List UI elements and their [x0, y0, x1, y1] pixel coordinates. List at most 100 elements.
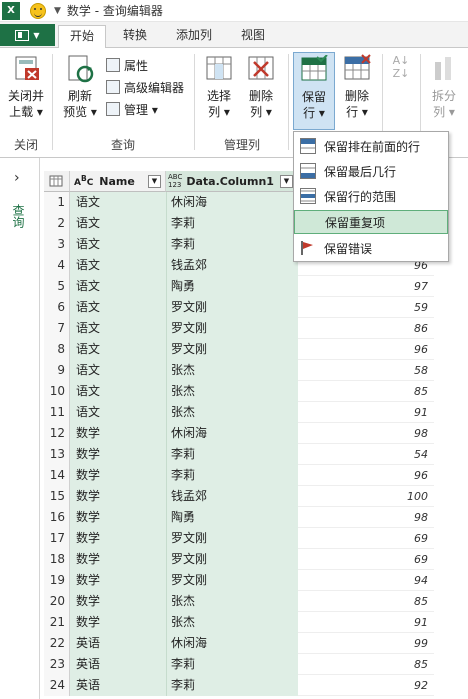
filter-dropdown-icon[interactable]: ▼	[148, 174, 161, 188]
table-row[interactable]: 15 数学 钱孟郊 100	[44, 486, 434, 507]
cell-value[interactable]: 97	[298, 276, 434, 297]
table-row[interactable]: 7 语文 罗文刚 86	[44, 318, 434, 339]
cell-name[interactable]: 语文	[70, 402, 166, 423]
file-tab[interactable]: ▼	[0, 24, 55, 46]
expand-pane-icon[interactable]: ›	[14, 170, 20, 186]
remove-columns-button[interactable]: 删除 列 ▾	[242, 54, 280, 120]
cell-data-column1[interactable]: 罗文刚	[166, 318, 298, 339]
cell-data-column1[interactable]: 李莉	[166, 654, 298, 675]
row-number[interactable]: 3	[44, 234, 70, 255]
cell-value[interactable]: 96	[298, 339, 434, 360]
row-number[interactable]: 7	[44, 318, 70, 339]
table-row[interactable]: 22 英语 休闲海 99	[44, 633, 434, 654]
cell-data-column1[interactable]: 钱孟郊	[166, 486, 298, 507]
quick-access-dropdown-icon[interactable]: ▼	[54, 6, 61, 16]
remove-rows-button[interactable]: 删除 行 ▾	[338, 54, 376, 120]
column-header-name[interactable]: ABC Name ▼	[70, 171, 166, 192]
menu-item-keep-duplicates[interactable]: 保留重复项	[294, 210, 448, 234]
filter-dropdown-icon[interactable]: ▼	[280, 174, 293, 188]
table-row[interactable]: 9 语文 张杰 58	[44, 360, 434, 381]
table-row[interactable]: 5 语文 陶勇 97	[44, 276, 434, 297]
cell-name[interactable]: 语文	[70, 255, 166, 276]
cell-value[interactable]: 94	[298, 570, 434, 591]
table-row[interactable]: 10 语文 张杰 85	[44, 381, 434, 402]
table-row[interactable]: 16 数学 陶勇 98	[44, 507, 434, 528]
table-row[interactable]: 21 数学 张杰 91	[44, 612, 434, 633]
table-row[interactable]: 19 数学 罗文刚 94	[44, 570, 434, 591]
choose-columns-button[interactable]: 选择 列 ▾	[200, 54, 238, 120]
row-number[interactable]: 2	[44, 213, 70, 234]
cell-data-column1[interactable]: 休闲海	[166, 192, 298, 213]
cell-data-column1[interactable]: 李莉	[166, 234, 298, 255]
cell-name[interactable]: 语文	[70, 360, 166, 381]
cell-value[interactable]: 91	[298, 612, 434, 633]
cell-value[interactable]: 69	[298, 528, 434, 549]
table-row[interactable]: 18 数学 罗文刚 69	[44, 549, 434, 570]
cell-name[interactable]: 数学	[70, 612, 166, 633]
table-row[interactable]: 24 英语 李莉 92	[44, 675, 434, 696]
cell-name[interactable]: 英语	[70, 654, 166, 675]
row-number[interactable]: 24	[44, 675, 70, 696]
split-column-button[interactable]: 拆分 列 ▾	[424, 54, 464, 120]
row-number[interactable]: 17	[44, 528, 70, 549]
cell-name[interactable]: 语文	[70, 318, 166, 339]
cell-name[interactable]: 语文	[70, 192, 166, 213]
cell-data-column1[interactable]: 李莉	[166, 444, 298, 465]
table-row[interactable]: 8 语文 罗文刚 96	[44, 339, 434, 360]
cell-value[interactable]: 92	[298, 675, 434, 696]
table-row[interactable]: 14 数学 李莉 96	[44, 465, 434, 486]
manage-button[interactable]: 管理 ▾	[106, 100, 158, 118]
cell-data-column1[interactable]: 罗文刚	[166, 528, 298, 549]
cell-value[interactable]: 85	[298, 591, 434, 612]
cell-value[interactable]: 69	[298, 549, 434, 570]
row-number[interactable]: 18	[44, 549, 70, 570]
properties-button[interactable]: 属性	[106, 56, 148, 74]
cell-name[interactable]: 数学	[70, 444, 166, 465]
cell-name[interactable]: 数学	[70, 465, 166, 486]
cell-name[interactable]: 语文	[70, 234, 166, 255]
cell-value[interactable]: 96	[298, 465, 434, 486]
row-number[interactable]: 9	[44, 360, 70, 381]
cell-data-column1[interactable]: 罗文刚	[166, 339, 298, 360]
tab-add-column[interactable]: 添加列	[166, 25, 222, 48]
row-number[interactable]: 13	[44, 444, 70, 465]
row-number[interactable]: 21	[44, 612, 70, 633]
cell-value[interactable]: 59	[298, 297, 434, 318]
cell-value[interactable]: 99	[298, 633, 434, 654]
row-number[interactable]: 11	[44, 402, 70, 423]
cell-data-column1[interactable]: 张杰	[166, 591, 298, 612]
cell-name[interactable]: 数学	[70, 486, 166, 507]
cell-value[interactable]: 58	[298, 360, 434, 381]
cell-name[interactable]: 数学	[70, 591, 166, 612]
cell-data-column1[interactable]: 罗文刚	[166, 297, 298, 318]
row-number[interactable]: 23	[44, 654, 70, 675]
cell-data-column1[interactable]: 李莉	[166, 213, 298, 234]
cell-data-column1[interactable]: 李莉	[166, 465, 298, 486]
table-row[interactable]: 23 英语 李莉 85	[44, 654, 434, 675]
table-menu-button[interactable]	[44, 171, 70, 192]
row-number[interactable]: 1	[44, 192, 70, 213]
cell-data-column1[interactable]: 李莉	[166, 675, 298, 696]
cell-name[interactable]: 数学	[70, 549, 166, 570]
cell-data-column1[interactable]: 休闲海	[166, 633, 298, 654]
cell-name[interactable]: 数学	[70, 507, 166, 528]
table-row[interactable]: 20 数学 张杰 85	[44, 591, 434, 612]
cell-name[interactable]: 语文	[70, 213, 166, 234]
close-and-load-button[interactable]: 关闭并 上载 ▾	[4, 54, 48, 120]
cell-name[interactable]: 英语	[70, 633, 166, 654]
cell-value[interactable]: 86	[298, 318, 434, 339]
table-row[interactable]: 6 语文 罗文刚 59	[44, 297, 434, 318]
row-number[interactable]: 4	[44, 255, 70, 276]
row-number[interactable]: 15	[44, 486, 70, 507]
row-number[interactable]: 6	[44, 297, 70, 318]
row-number[interactable]: 22	[44, 633, 70, 654]
cell-name[interactable]: 语文	[70, 276, 166, 297]
row-number[interactable]: 12	[44, 423, 70, 444]
cell-value[interactable]: 85	[298, 381, 434, 402]
row-number[interactable]: 14	[44, 465, 70, 486]
cell-data-column1[interactable]: 陶勇	[166, 507, 298, 528]
cell-data-column1[interactable]: 张杰	[166, 360, 298, 381]
menu-item-keep-top-rows[interactable]: 保留排在前面的行	[294, 134, 448, 158]
cell-data-column1[interactable]: 张杰	[166, 402, 298, 423]
sort-buttons[interactable]: A↓ Z↓	[386, 54, 416, 88]
